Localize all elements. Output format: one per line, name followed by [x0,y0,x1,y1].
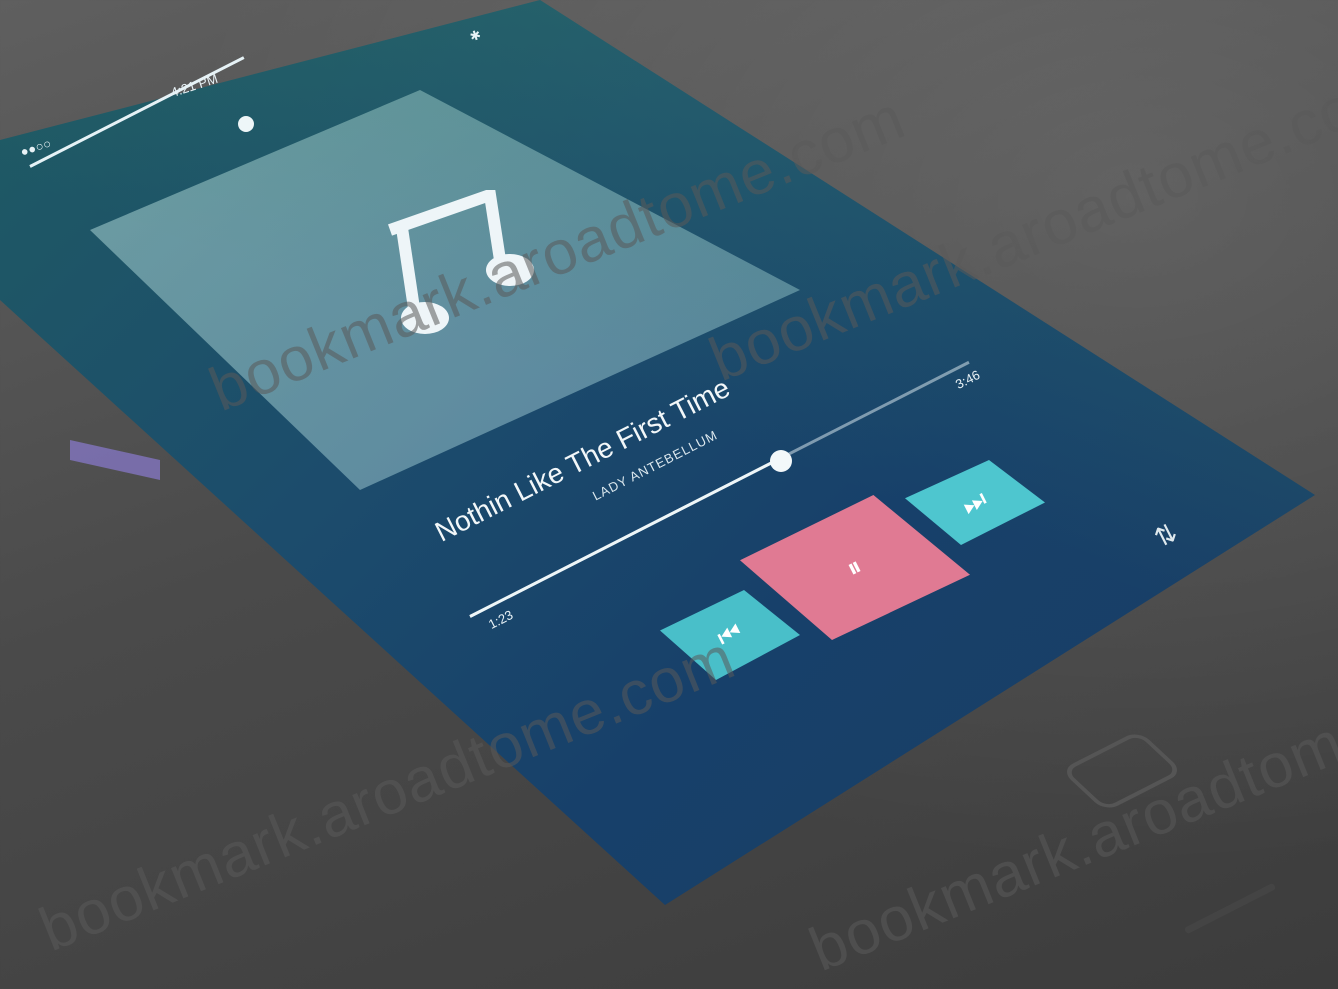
volume-knob[interactable] [238,116,254,132]
pause-icon: ⏸ [841,550,868,583]
next-icon: ⏭ [957,482,992,521]
seek-knob[interactable] [770,450,792,472]
